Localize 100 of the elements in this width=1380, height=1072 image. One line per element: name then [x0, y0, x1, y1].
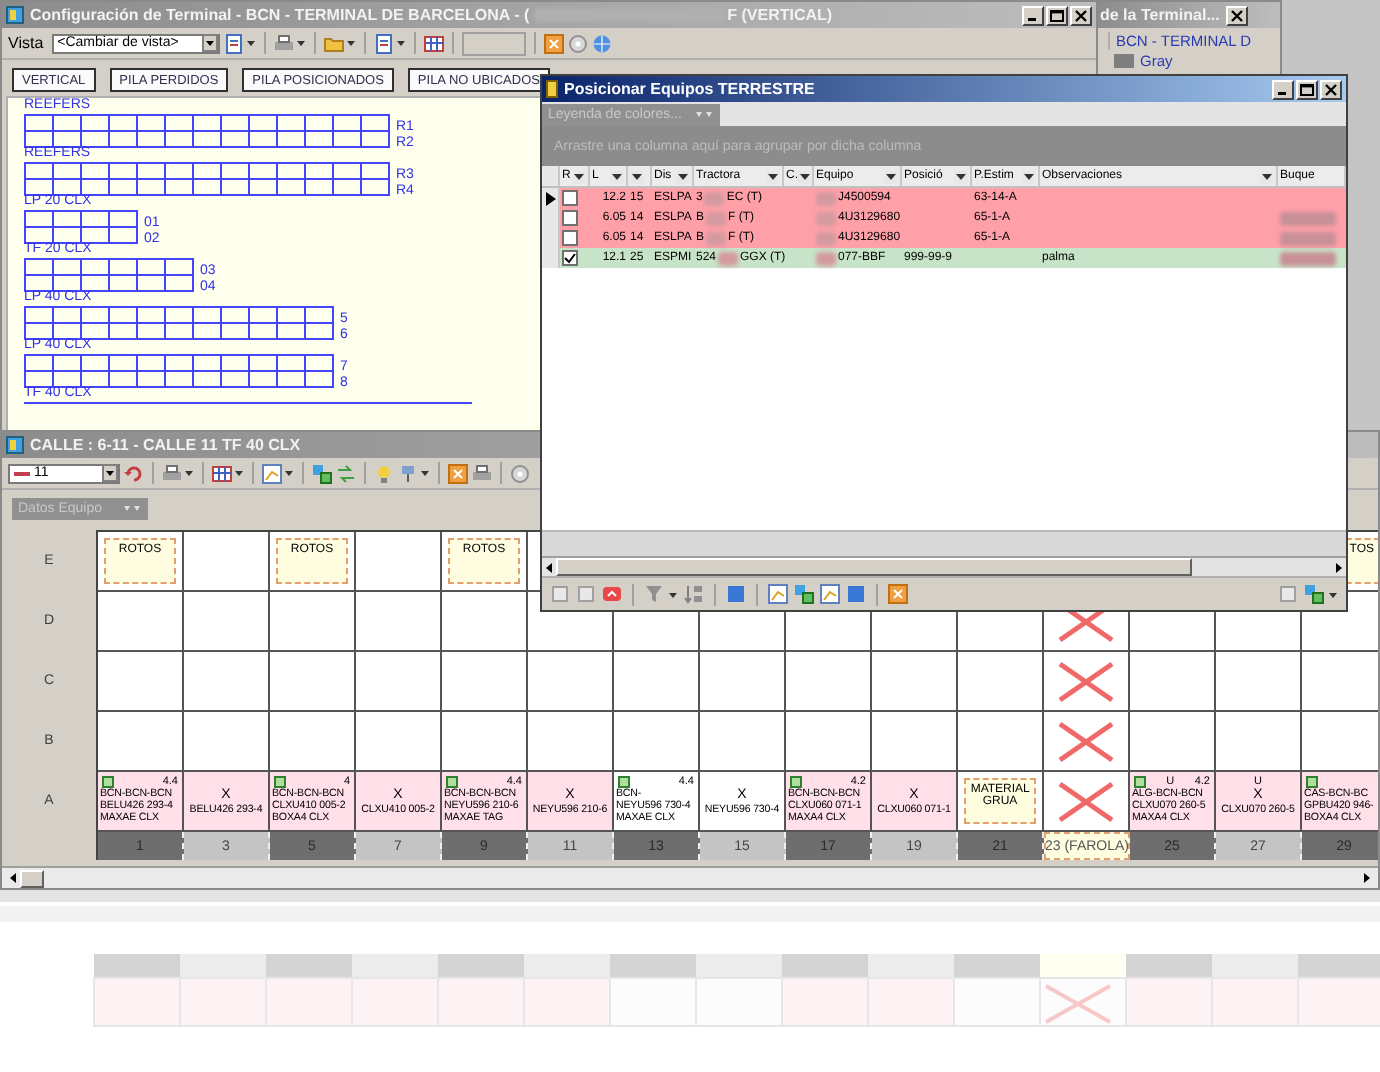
scroll-right-icon[interactable]: [1360, 870, 1374, 886]
dropdown-arrow-icon[interactable]: [798, 169, 812, 183]
scroll-right-icon[interactable]: [1332, 559, 1346, 575]
status-square-icon: [618, 775, 630, 787]
printer-icon[interactable]: [162, 463, 182, 483]
window-icon: [546, 80, 558, 98]
chart-icon[interactable]: [262, 463, 282, 483]
dropdown-arrow-icon[interactable]: [572, 169, 586, 183]
window-title: F (VERTICAL): [727, 6, 833, 24]
close-icon: [1074, 9, 1088, 21]
dropdown-arrow-icon[interactable]: [676, 169, 690, 183]
dropdown-arrow-icon[interactable]: [395, 38, 406, 48]
close-button[interactable]: [1320, 79, 1342, 99]
chart-icon[interactable]: [820, 584, 840, 604]
status-square-icon: [446, 775, 458, 787]
window-title: CALLE : 6-11 - CALLE 11 TF 40 CLX: [30, 436, 301, 454]
dropdown-arrow-icon[interactable]: [284, 468, 294, 478]
window-icon: [6, 436, 24, 454]
status-square-icon: [102, 775, 114, 787]
dropdown-arrow-icon[interactable]: [295, 38, 306, 48]
square-icon[interactable]: [846, 584, 866, 604]
windows-icon[interactable]: [794, 584, 814, 604]
checkbox[interactable]: [562, 210, 578, 226]
pin-icon[interactable]: [398, 463, 418, 483]
dropdown-arrow-icon[interactable]: [630, 169, 644, 183]
disc-icon[interactable]: [567, 33, 588, 53]
windows-icon[interactable]: [1304, 584, 1324, 604]
slot-grid: [24, 210, 138, 244]
grid-cell: [184, 652, 270, 712]
table-icon[interactable]: [212, 463, 232, 483]
dropdown-arrow-icon[interactable]: [345, 38, 356, 48]
scroll-left-icon[interactable]: [6, 870, 20, 886]
close-icon: [1229, 9, 1244, 21]
maximize-icon: [1050, 9, 1064, 21]
maximize-button[interactable]: [1046, 5, 1068, 25]
grid-cell: [1216, 652, 1302, 712]
lightbulb-icon[interactable]: [374, 463, 394, 483]
window-title: Configuración de Terminal - BCN - TERMINAL DE BARCELONA - (: [30, 6, 530, 24]
grid-cell: [528, 652, 614, 712]
dropdown-arrow-icon[interactable]: [1260, 169, 1274, 183]
printer-icon[interactable]: [273, 33, 294, 53]
page-icon[interactable]: [373, 33, 394, 53]
scrollbar-thumb[interactable]: [556, 558, 1192, 576]
cross-icon: [1056, 659, 1116, 703]
blurred-text: [706, 231, 727, 245]
maximize-button[interactable]: [1296, 79, 1318, 99]
scrollbar-thumb[interactable]: [20, 869, 44, 887]
dropdown-arrow-icon[interactable]: [234, 468, 244, 478]
grid-cell: [356, 652, 442, 712]
dropdown-arrow-icon[interactable]: [766, 169, 780, 183]
close-icon: [1324, 83, 1338, 95]
status-square-icon: [790, 775, 802, 787]
cross-icon: [1056, 719, 1116, 763]
disc-icon[interactable]: [510, 463, 530, 483]
checkbox[interactable]: [562, 250, 578, 266]
checkbox[interactable]: [562, 190, 578, 206]
blurred-text: [1280, 231, 1336, 245]
column-header[interactable]: [628, 166, 652, 186]
maximize-icon: [1300, 83, 1314, 95]
dropdown-arrow-icon[interactable]: [668, 589, 678, 599]
grid-cell: [700, 652, 786, 712]
cancel-icon[interactable]: [448, 463, 468, 483]
input-field[interactable]: [461, 31, 526, 55]
window-icon: [6, 6, 24, 24]
cross-icon: [1056, 779, 1116, 823]
square-icon[interactable]: [726, 584, 746, 604]
page-icon[interactable]: [223, 33, 244, 53]
dropdown-arrow-icon[interactable]: [1022, 169, 1036, 183]
close-button[interactable]: [1225, 5, 1248, 25]
dropdown-arrow-icon[interactable]: [420, 468, 430, 478]
checkbox[interactable]: [562, 230, 578, 246]
blurred-text: [718, 251, 739, 265]
view-label: Vista: [8, 34, 44, 52]
alert-icon[interactable]: [602, 584, 622, 604]
dropdown-arrow-icon[interactable]: [184, 468, 194, 478]
dropdown-arrow-icon[interactable]: [954, 169, 968, 183]
status-square-icon: [1306, 775, 1318, 787]
chart-icon[interactable]: [768, 584, 788, 604]
dropdown-arrow-icon[interactable]: [884, 169, 898, 183]
close-button[interactable]: [1070, 5, 1092, 25]
blurred-text: [1280, 251, 1336, 265]
dropdown-arrow-icon[interactable]: [245, 38, 256, 48]
dropdown-arrow-icon[interactable]: [610, 169, 624, 183]
table-icon[interactable]: [423, 33, 444, 53]
row-selector[interactable]: [542, 188, 560, 208]
cancel-icon[interactable]: [888, 584, 908, 604]
printer-icon[interactable]: [472, 463, 492, 483]
horizontal-scrollbar[interactable]: [2, 866, 1378, 888]
status-square-icon: [274, 775, 286, 787]
window-title: Posicionar Equipos TERRESTRE: [564, 80, 817, 98]
grid-cell: [442, 652, 528, 712]
row-pointer-icon: [545, 191, 555, 205]
grid-cell: [614, 652, 700, 712]
horizontal-scrollbar[interactable]: [542, 556, 1346, 576]
blurred-text: [706, 211, 727, 225]
minimize-button[interactable]: [1272, 79, 1294, 99]
windows-icon[interactable]: [312, 463, 332, 483]
cancel-icon[interactable]: [543, 33, 564, 53]
minimize-button[interactable]: [1022, 5, 1044, 25]
dropdown-arrow-icon[interactable]: [1328, 589, 1338, 599]
